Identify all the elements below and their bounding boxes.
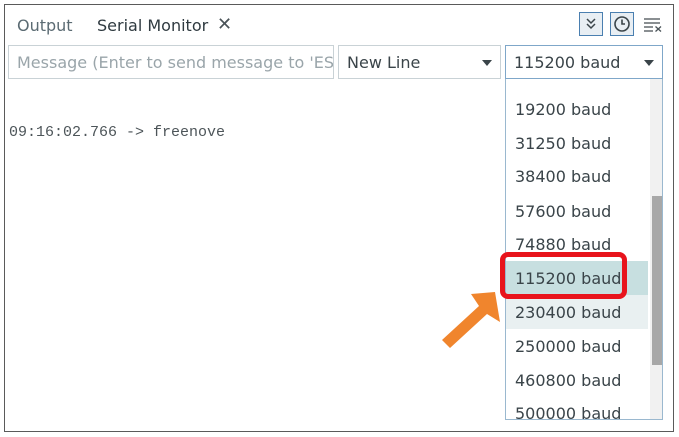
baud-option[interactable]: 230400 baud [506, 295, 648, 329]
baud-rate-select[interactable]: 115200 baud [505, 45, 663, 79]
close-icon[interactable]: ✕ [217, 15, 232, 35]
scrollbar-thumb[interactable] [652, 196, 662, 365]
baud-option[interactable]: 57600 baud [506, 194, 648, 228]
log-line: 09:16:02.766 -> freenove [9, 124, 226, 141]
baud-option[interactable]: 19200 baud [506, 92, 648, 126]
baud-option[interactable]: 500000 baud [506, 396, 648, 419]
annotation-highlight-box [500, 252, 627, 299]
baud-option[interactable]: 38400 baud [506, 159, 648, 193]
autoscroll-toggle-button[interactable] [579, 12, 603, 36]
tab-serial-monitor[interactable]: Serial Monitor [97, 16, 208, 36]
chevron-down-icon [644, 60, 654, 66]
timestamp-toggle-button[interactable] [610, 12, 634, 36]
tab-output[interactable]: Output [17, 16, 73, 36]
chevron-down-icon [482, 60, 492, 66]
serial-output-log: 09:16:02.766 -> freenove [9, 90, 225, 158]
baud-option[interactable]: 31250 baud [506, 126, 648, 160]
line-ending-select[interactable]: New Line [338, 45, 501, 79]
annotation-arrow-icon [442, 292, 500, 348]
panel-tab-bar: Output Serial Monitor ✕ [5, 5, 673, 43]
clear-output-button[interactable] [641, 12, 665, 36]
baud-option[interactable]: 250000 baud [506, 329, 648, 363]
dropdown-scrollbar[interactable] [650, 79, 662, 419]
baud-rate-dropdown-list[interactable]: 19200 baud 31250 baud 38400 baud 57600 b… [505, 79, 663, 420]
line-ending-value: New Line [347, 53, 421, 72]
message-input[interactable]: Message (Enter to send message to 'ES... [8, 45, 334, 79]
clear-output-icon [644, 18, 662, 32]
clock-icon [614, 16, 630, 32]
baud-option[interactable]: 460800 baud [506, 363, 648, 397]
baud-rate-value: 115200 baud [514, 53, 621, 72]
double-chevron-down-icon [586, 18, 596, 30]
